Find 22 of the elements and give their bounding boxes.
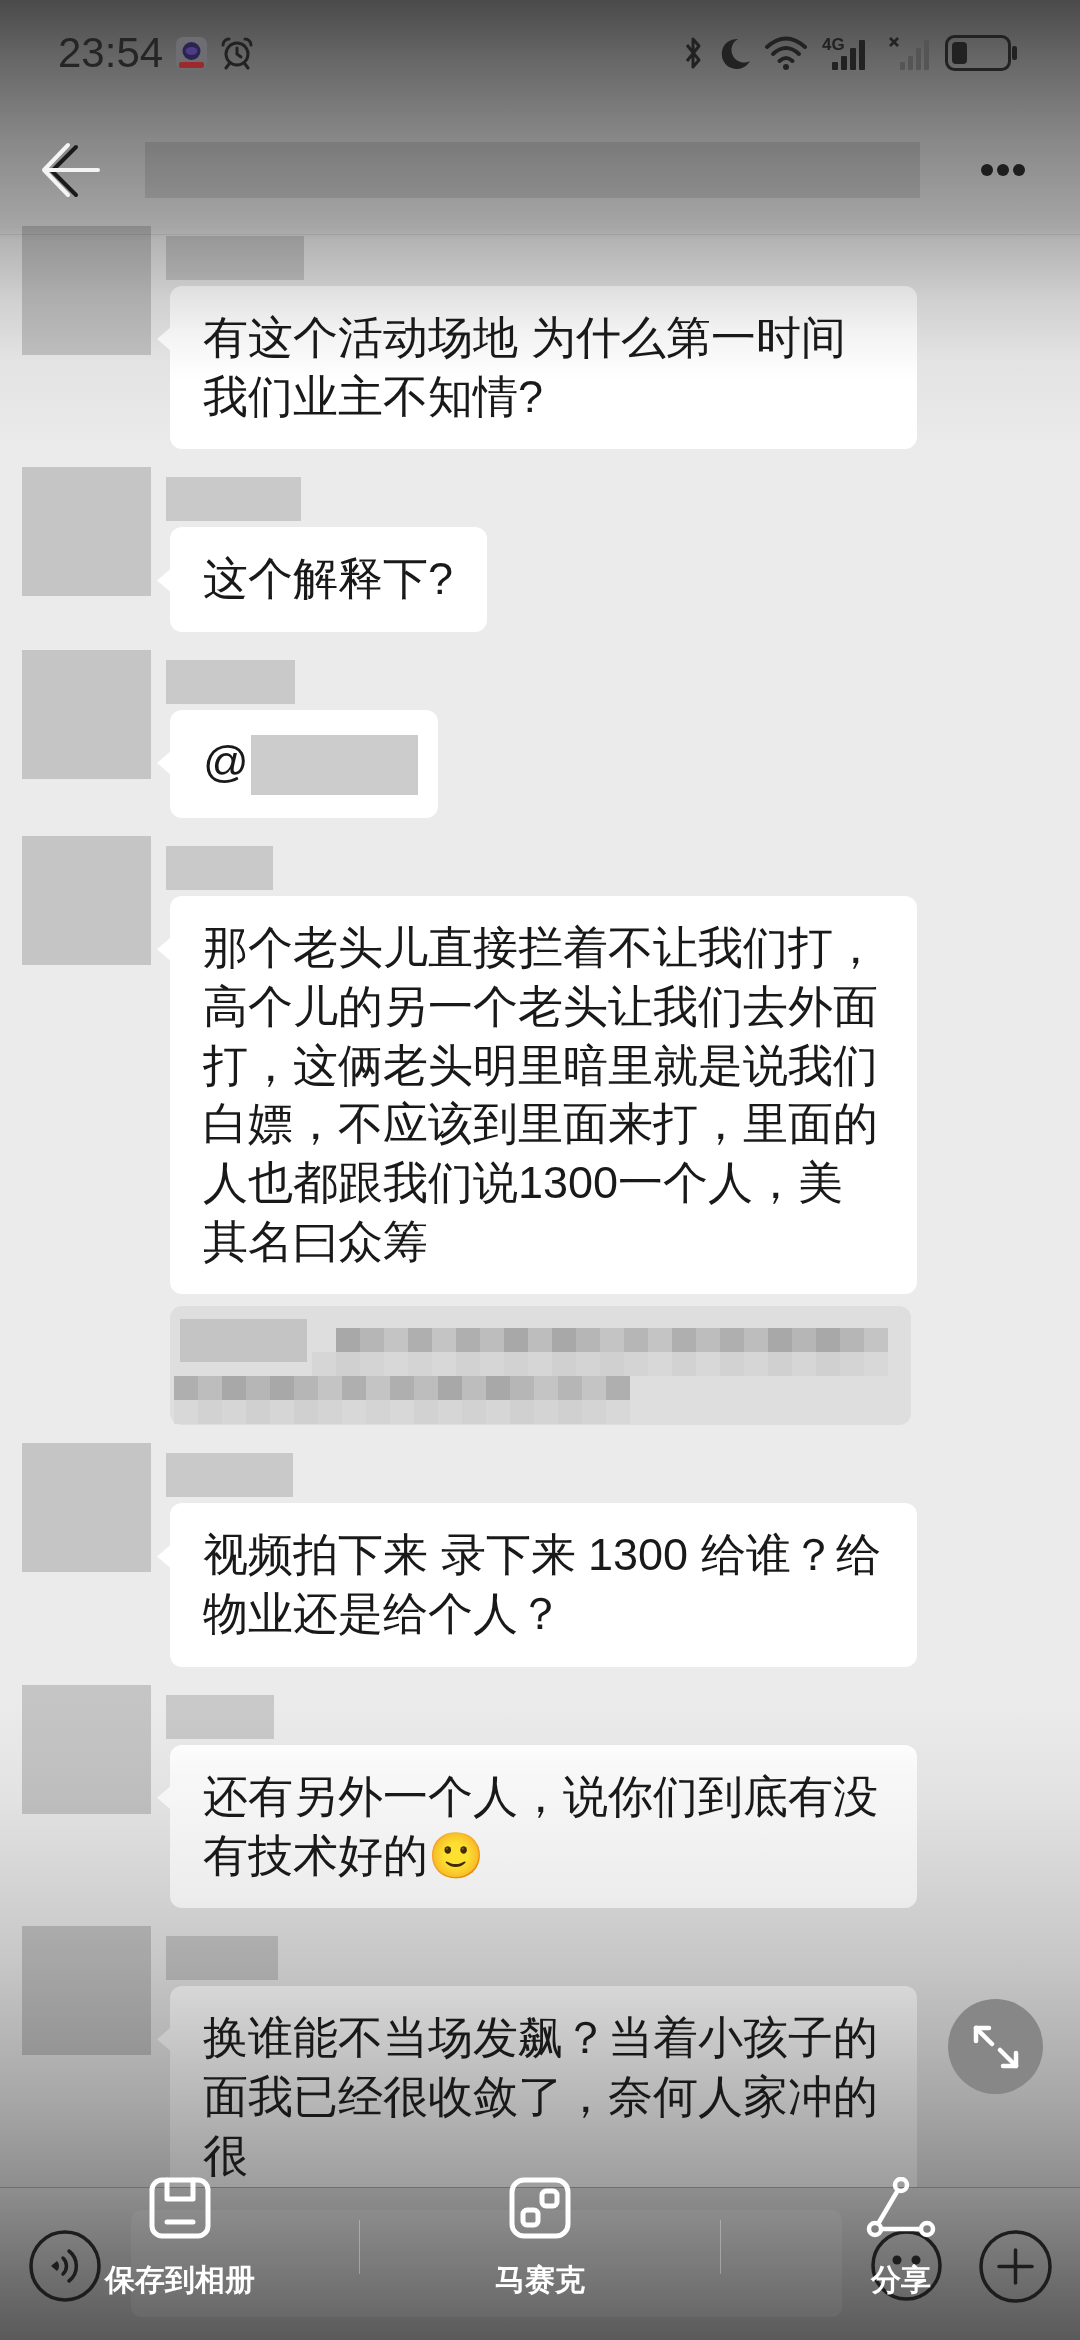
network-type-label: 4G: [822, 36, 845, 53]
voice-icon[interactable]: [29, 2230, 101, 2302]
signal-x-icon: [888, 36, 932, 70]
share-icon: [865, 2177, 936, 2239]
back-icon[interactable]: [41, 142, 101, 198]
wifi-icon: [764, 35, 808, 71]
message-text: 视频拍下来 录下来 1300 给谁？给物业还是给个人？: [203, 1529, 881, 1640]
message-text: @: [203, 736, 249, 788]
battery-icon: [945, 35, 1017, 71]
message-text: 那个老头儿直接拦着不让我们打，高个儿的另一个老头让我们去外面打，这俩老头明里暗里就是说我们白嫖，不应该到里面来打，里面的人也都跟我们说1300一个人，美其名曰众筹: [203, 922, 878, 1267]
message-text: 有这个活动场地 为什么第一时间我们业主不知情?: [203, 312, 846, 422]
message-text: 这个解释下?: [203, 553, 454, 605]
more-options-icon[interactable]: [980, 163, 1026, 177]
tiles-icon: [509, 2177, 571, 2239]
expand-icon: [971, 2023, 1020, 2070]
moon-icon: [719, 36, 751, 70]
bluetooth-icon: [685, 36, 701, 70]
message-text: 还有另外一个人，说你们到底有没有技术好的🙂: [203, 1770, 878, 1881]
plus-icon[interactable]: [979, 2230, 1052, 2303]
app-notification-icon: [176, 36, 208, 70]
status-time: 23:54: [58, 32, 164, 74]
alarm-clock-icon: [220, 36, 255, 70]
